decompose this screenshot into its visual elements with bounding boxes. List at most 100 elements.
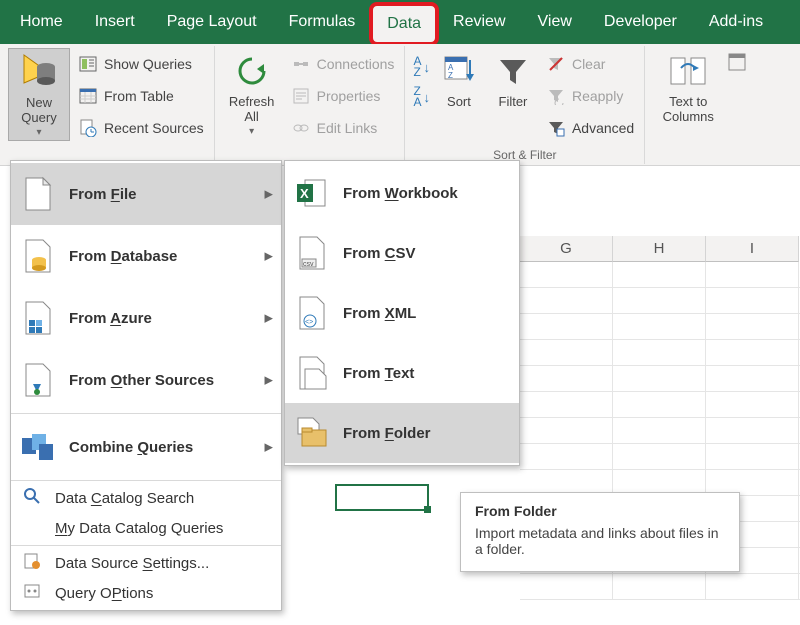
new-query-icon bbox=[18, 51, 60, 93]
menu-data-catalog-search[interactable]: Data Catalog Search bbox=[11, 483, 281, 513]
sort-desc-button[interactable]: ZA ↓ bbox=[411, 82, 432, 112]
show-queries-button[interactable]: Show Queries bbox=[74, 50, 208, 78]
menu-from-azure[interactable]: From Azure ▶ bbox=[11, 287, 281, 349]
sort-label: Sort bbox=[447, 94, 471, 109]
menu-from-workbook[interactable]: X From Workbook bbox=[285, 163, 519, 223]
new-query-label: New Query bbox=[21, 95, 56, 125]
connections-label: Connections bbox=[317, 56, 395, 72]
menu-from-other-sources[interactable]: From Other Sources ▶ bbox=[11, 349, 281, 411]
edit-links-button[interactable]: Edit Links bbox=[287, 114, 399, 142]
other-sources-icon bbox=[19, 359, 57, 401]
tab-addins[interactable]: Add-ins bbox=[693, 0, 779, 44]
clear-label: Clear bbox=[572, 56, 605, 72]
dropdown-caret-icon: ▾ bbox=[36, 125, 41, 140]
menu-from-folder[interactable]: From Folder bbox=[285, 403, 519, 463]
recent-sources-button[interactable]: Recent Sources bbox=[74, 114, 208, 142]
reapply-icon bbox=[546, 86, 566, 106]
show-queries-label: Show Queries bbox=[104, 56, 192, 72]
folder-icon bbox=[293, 412, 331, 454]
filter-icon bbox=[492, 50, 534, 92]
tab-data[interactable]: Data bbox=[371, 4, 437, 44]
edit-links-label: Edit Links bbox=[317, 120, 378, 136]
dropdown-caret-icon: ▾ bbox=[249, 124, 254, 139]
tab-review[interactable]: Review bbox=[437, 0, 521, 44]
menu-query-options[interactable]: Query OPtions bbox=[11, 578, 281, 608]
connections-icon bbox=[291, 54, 311, 74]
file-icon bbox=[19, 173, 57, 215]
azure-icon bbox=[19, 297, 57, 339]
filter-label: Filter bbox=[499, 94, 528, 109]
submenu-arrow-icon: ▶ bbox=[265, 188, 273, 201]
clear-filter-icon bbox=[546, 54, 566, 74]
text-to-columns-label: Text to Columns bbox=[663, 94, 714, 124]
column-header[interactable]: I bbox=[706, 236, 799, 262]
text-to-columns-icon bbox=[667, 50, 709, 92]
svg-text:Z: Z bbox=[448, 71, 453, 80]
recent-sources-icon bbox=[78, 118, 98, 138]
filter-button[interactable]: Filter bbox=[486, 48, 540, 109]
advanced-button[interactable]: Advanced bbox=[542, 114, 638, 142]
tab-formulas[interactable]: Formulas bbox=[273, 0, 372, 44]
active-cell[interactable] bbox=[335, 484, 429, 511]
clear-button[interactable]: Clear bbox=[542, 50, 638, 78]
from-table-label: From Table bbox=[104, 88, 174, 104]
menu-from-file[interactable]: From File ▶ bbox=[11, 163, 281, 225]
combine-queries-icon bbox=[19, 426, 57, 468]
menu-from-xml[interactable]: <> From XML bbox=[285, 283, 519, 343]
sort-icon: AZ bbox=[438, 50, 480, 92]
sort-asc-button[interactable]: AZ ↓ bbox=[411, 52, 432, 82]
text-to-columns-button[interactable]: Text to Columns bbox=[651, 48, 725, 124]
recent-sources-label: Recent Sources bbox=[104, 120, 204, 136]
refresh-all-button[interactable]: Refresh All ▾ bbox=[221, 48, 283, 139]
properties-label: Properties bbox=[317, 88, 381, 104]
advanced-label: Advanced bbox=[572, 120, 634, 136]
menu-from-database[interactable]: From Database ▶ bbox=[11, 225, 281, 287]
menu-combine-queries[interactable]: Combine Queries ▶ bbox=[11, 416, 281, 478]
database-icon bbox=[19, 235, 57, 277]
from-file-submenu: X From Workbook csv From CSV <> From XML… bbox=[284, 160, 520, 466]
tab-page-layout[interactable]: Page Layout bbox=[151, 0, 273, 44]
show-queries-icon bbox=[78, 54, 98, 74]
menu-my-data-catalog-queries[interactable]: My Data Catalog Queries bbox=[11, 513, 281, 543]
svg-text:X: X bbox=[300, 186, 309, 201]
refresh-icon bbox=[231, 50, 273, 92]
connections-button[interactable]: Connections bbox=[287, 50, 399, 78]
xml-file-icon: <> bbox=[293, 292, 331, 334]
flash-fill-icon[interactable] bbox=[727, 52, 747, 76]
arrow-down-icon: ↓ bbox=[423, 60, 430, 75]
reapply-label: Reapply bbox=[572, 88, 623, 104]
sort-desc-icon: ZA bbox=[413, 86, 421, 108]
submenu-arrow-icon: ▶ bbox=[265, 250, 273, 263]
submenu-arrow-icon: ▶ bbox=[265, 312, 273, 325]
sort-asc-icon: AZ bbox=[413, 56, 421, 78]
options-icon bbox=[21, 582, 43, 604]
menu-from-csv[interactable]: csv From CSV bbox=[285, 223, 519, 283]
edit-links-icon bbox=[291, 118, 311, 138]
from-table-button[interactable]: From Table bbox=[74, 82, 208, 110]
sort-button[interactable]: AZ Sort bbox=[432, 48, 486, 109]
submenu-arrow-icon: ▶ bbox=[265, 441, 273, 454]
properties-button[interactable]: Properties bbox=[287, 82, 399, 110]
menu-from-text[interactable]: From Text bbox=[285, 343, 519, 403]
csv-file-icon: csv bbox=[293, 232, 331, 274]
new-query-menu: From File ▶ From Database ▶ From Azure ▶… bbox=[10, 160, 282, 611]
menu-data-source-settings[interactable]: Data Source Settings... bbox=[11, 548, 281, 578]
tooltip-body: Import metadata and links about files in… bbox=[475, 525, 725, 557]
svg-text:csv: csv bbox=[303, 261, 314, 268]
text-file-icon bbox=[293, 352, 331, 394]
refresh-all-label: Refresh All bbox=[229, 94, 275, 124]
ribbon: New Query ▾ Show Queries From Table bbox=[0, 44, 800, 166]
tab-insert[interactable]: Insert bbox=[79, 0, 151, 44]
arrow-down-icon: ↓ bbox=[423, 90, 430, 105]
tab-home[interactable]: Home bbox=[4, 0, 79, 44]
tab-developer[interactable]: Developer bbox=[588, 0, 693, 44]
column-header[interactable]: G bbox=[520, 236, 613, 262]
submenu-arrow-icon: ▶ bbox=[265, 374, 273, 387]
settings-icon bbox=[21, 552, 43, 574]
column-header[interactable]: H bbox=[613, 236, 706, 262]
tab-view[interactable]: View bbox=[522, 0, 588, 44]
svg-text:<>: <> bbox=[305, 319, 313, 326]
new-query-button[interactable]: New Query ▾ bbox=[8, 48, 70, 141]
catalog-icon bbox=[21, 520, 43, 537]
reapply-button[interactable]: Reapply bbox=[542, 82, 638, 110]
